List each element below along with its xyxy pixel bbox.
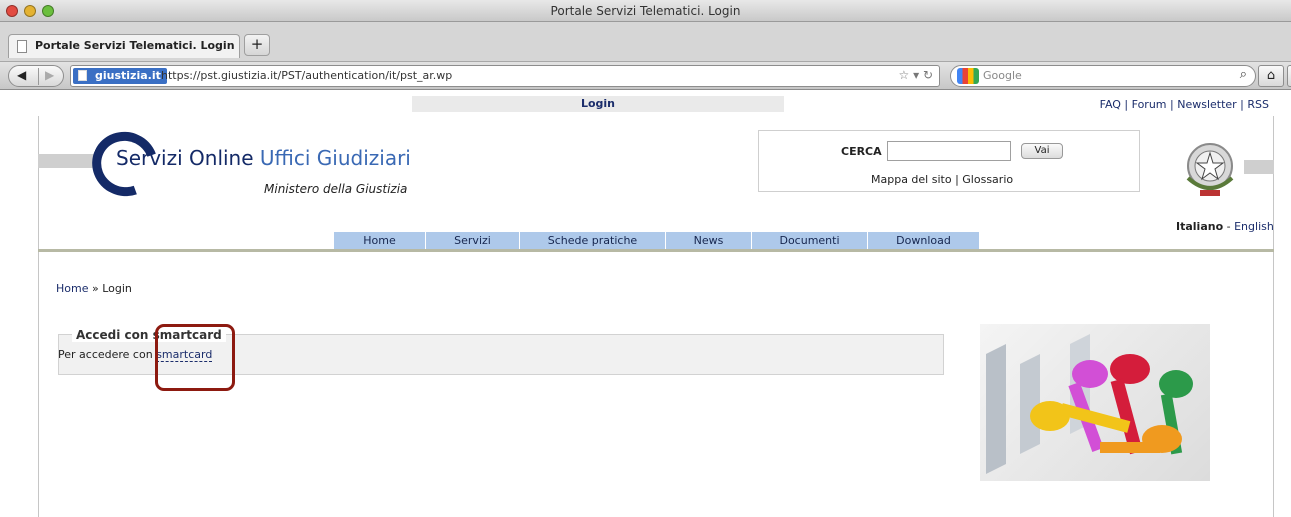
logo-title: Servizi Online Uffici Giudiziari: [116, 146, 411, 170]
newsletter-link[interactable]: Newsletter: [1177, 98, 1236, 111]
highlight-annotation-box: [155, 324, 235, 391]
logo-bar: [38, 154, 94, 168]
language-english-link[interactable]: English: [1234, 220, 1274, 233]
keys-illustration-svg: [986, 334, 1193, 474]
faq-link[interactable]: FAQ: [1100, 98, 1121, 111]
search-label: CERCA: [841, 145, 882, 158]
logo-subtitle: Ministero della Giustizia: [264, 182, 408, 196]
breadcrumb-home-link[interactable]: Home: [56, 282, 88, 295]
language-current: Italiano: [1176, 220, 1224, 233]
page-icon: [17, 40, 27, 53]
forum-link[interactable]: Forum: [1132, 98, 1167, 111]
smartcard-text-prefix: Per accedere con: [58, 348, 153, 361]
menu-item-download[interactable]: Download: [868, 232, 980, 250]
language-switcher: Italiano - English: [1176, 220, 1274, 233]
sitemap-link[interactable]: Mappa del sito: [871, 173, 952, 186]
breadcrumb-separator: »: [91, 282, 99, 295]
italian-emblem-icon: [1186, 143, 1234, 196]
site-identity-badge[interactable]: giustizia.it: [73, 68, 167, 84]
vai-button[interactable]: Vai: [1021, 143, 1063, 159]
site-logo[interactable]: Servizi Online Uffici Giudiziari Ministe…: [38, 121, 438, 210]
rss-link[interactable]: RSS: [1247, 98, 1269, 111]
url-text[interactable]: https://pst.giustizia.it/PST/authenticat…: [161, 69, 452, 82]
home-button[interactable]: ⌂: [1258, 65, 1284, 87]
breadcrumb: Home » Login: [56, 282, 132, 295]
menu-item-schede-pratiche[interactable]: Schede pratiche: [520, 232, 666, 250]
back-forward-buttons: ◀ ▶: [8, 65, 64, 87]
keys-illustration: [980, 324, 1210, 481]
site-page-icon: [78, 70, 87, 81]
main-menu: Home Servizi Schede pratiche News Docume…: [334, 232, 980, 250]
tab-label: Portale Servizi Telematici. Login: [35, 39, 235, 52]
window-title: Portale Servizi Telematici. Login: [550, 4, 741, 18]
site-search-input[interactable]: [887, 141, 1011, 161]
back-arrow-icon[interactable]: ◀: [17, 68, 26, 82]
logo-title-accent: Uffici Giudiziari: [259, 146, 411, 170]
navigation-toolbar: ◀ ▶ giustizia.it https://pst.giustizia.i…: [0, 62, 1291, 90]
forward-arrow-icon[interactable]: ▶: [45, 68, 54, 82]
search-bar[interactable]: Google ⌕: [950, 65, 1256, 87]
login-strip: Login: [412, 96, 784, 112]
glossary-link[interactable]: Glossario: [962, 173, 1013, 186]
emblem-bar: [1244, 160, 1274, 174]
menu-item-servizi[interactable]: Servizi: [426, 232, 520, 250]
magnifier-icon[interactable]: ⌕: [1240, 67, 1247, 82]
new-tab-button[interactable]: +: [244, 34, 270, 56]
breadcrumb-current: Login: [102, 282, 132, 295]
header-divider: [38, 249, 1274, 252]
google-logo-icon[interactable]: [957, 68, 979, 84]
logo-title-main: Servizi Online: [116, 146, 254, 170]
tab-active[interactable]: Portale Servizi Telematici. Login: [8, 34, 240, 58]
tab-bar: Portale Servizi Telematici. Login +: [0, 22, 1291, 62]
menu-item-documenti[interactable]: Documenti: [752, 232, 868, 250]
top-links: FAQ | Forum | Newsletter | RSS: [1099, 98, 1269, 111]
menu-item-home[interactable]: Home: [334, 232, 426, 250]
site-identity-label: giustizia.it: [95, 69, 161, 82]
site-search-box: CERCA Vai Mappa del sito | Glossario: [758, 130, 1140, 192]
home-icon: ⌂: [1266, 68, 1276, 83]
menu-item-news[interactable]: News: [666, 232, 752, 250]
search-links: Mappa del sito | Glossario: [871, 173, 1014, 186]
extension-button[interactable]: [1287, 65, 1291, 87]
bookmark-reload-icons[interactable]: ☆ ▾ ↻: [899, 68, 933, 82]
window-titlebar: Portale Servizi Telematici. Login: [0, 0, 1291, 22]
search-engine-placeholder: Google: [983, 69, 1022, 82]
back-forward-divider: [38, 68, 39, 85]
url-bar[interactable]: giustizia.it https://pst.giustizia.it/PS…: [70, 65, 940, 87]
